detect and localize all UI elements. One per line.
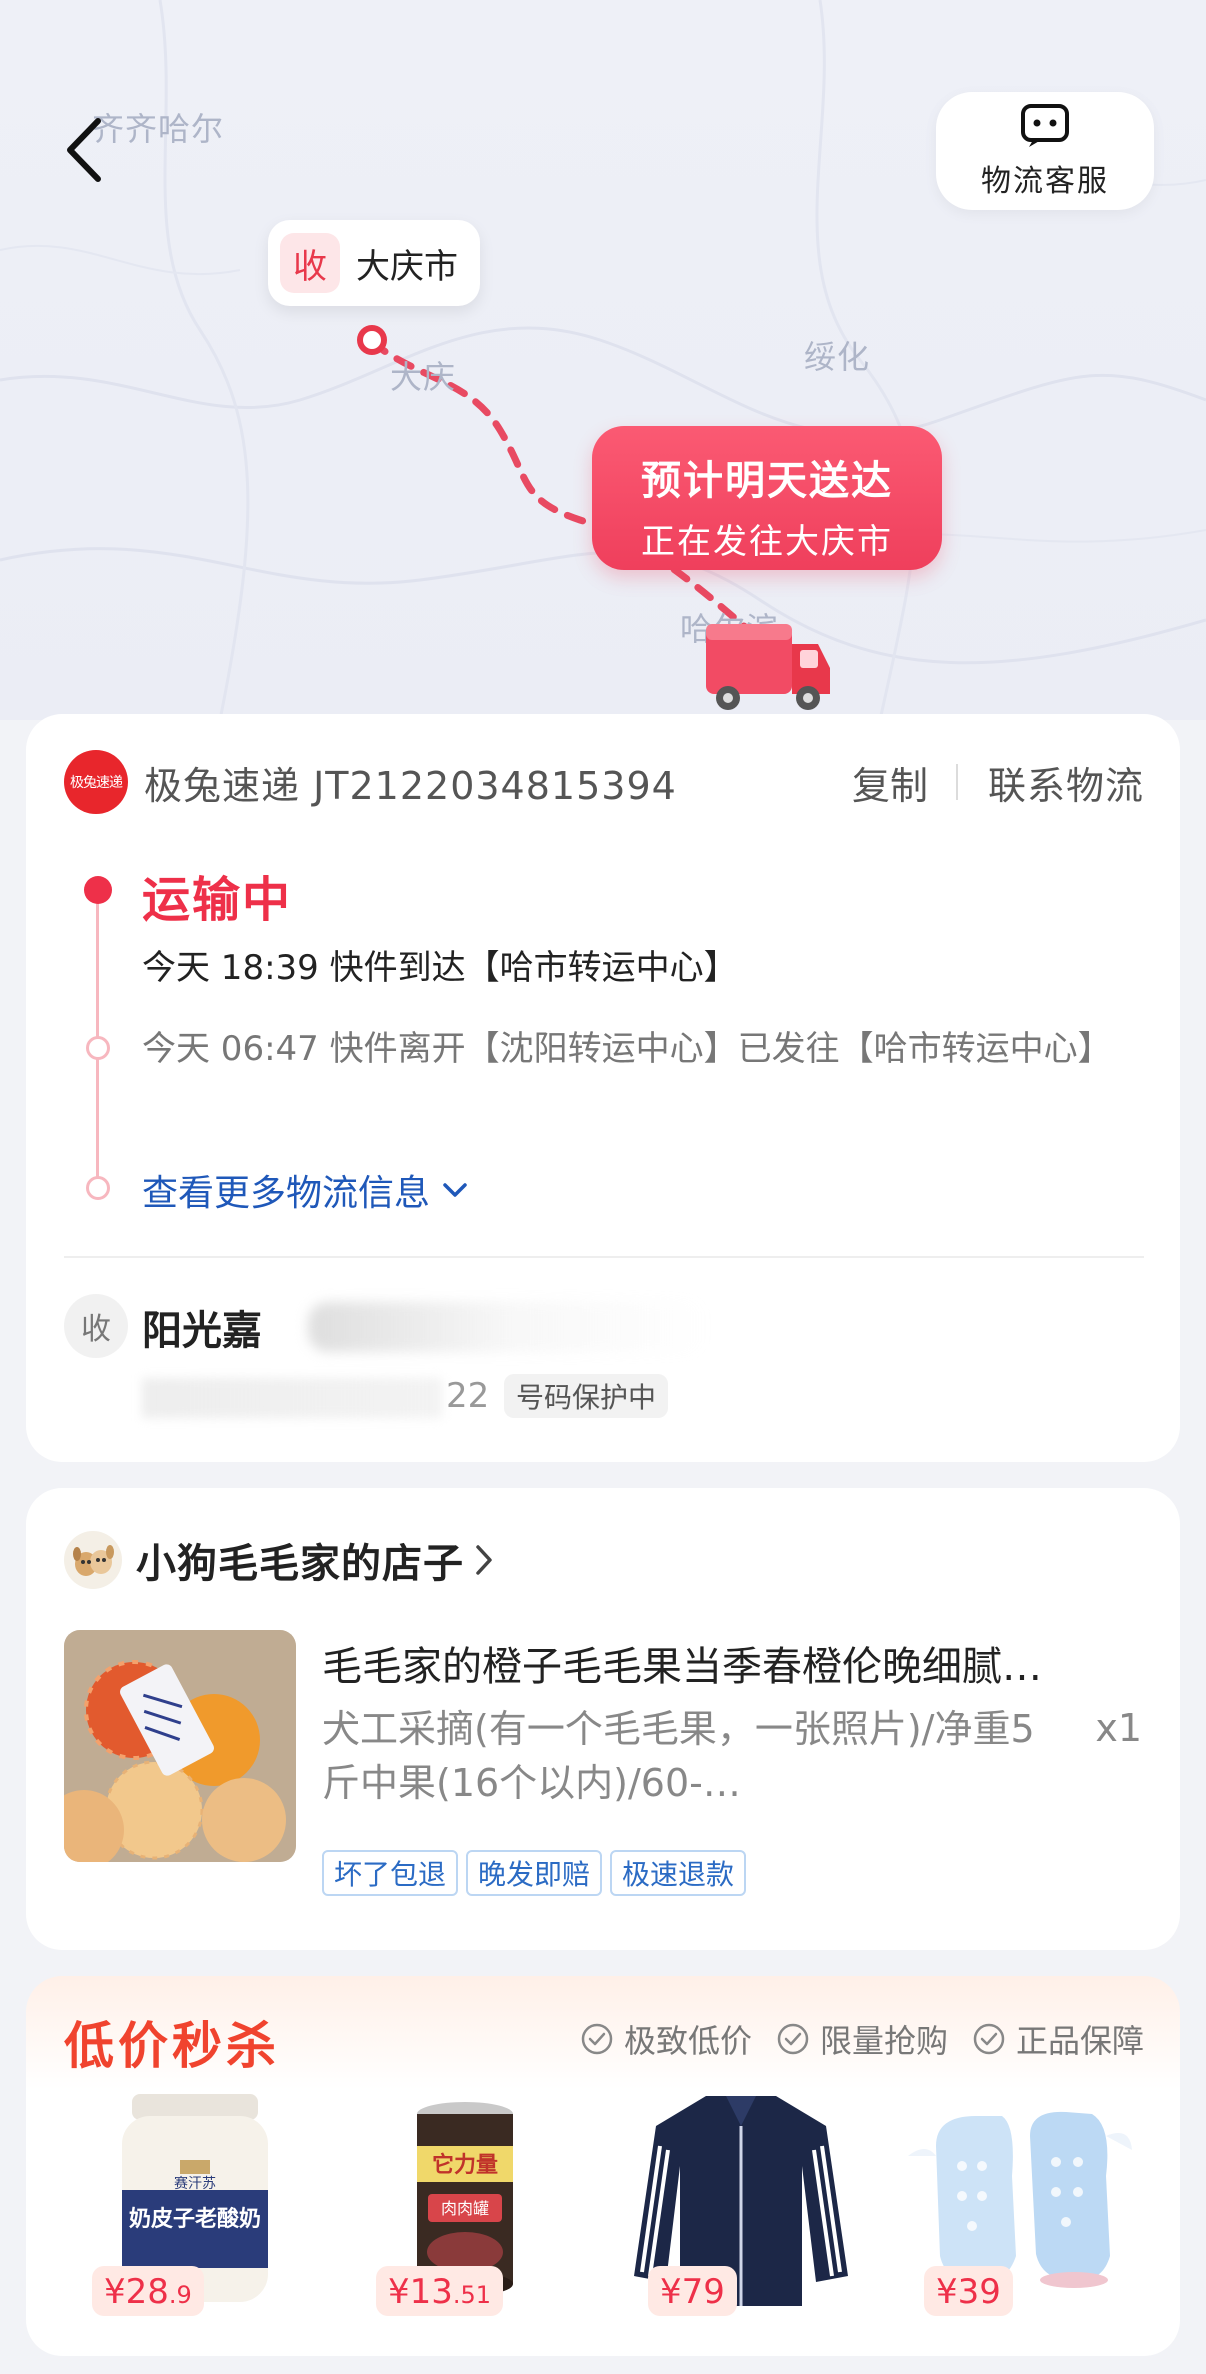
perk-label: 正品保障 (1015, 2022, 1144, 2060)
back-button[interactable] (54, 110, 114, 190)
check-circle-icon (777, 2023, 809, 2055)
price-main: ¥79 (660, 2272, 725, 2312)
perk: 限量抢购 (776, 2016, 948, 2062)
destination-bubble: 收 大庆市 (268, 220, 480, 306)
chevron-down-icon (443, 1183, 467, 1197)
chevron-right-icon (476, 1545, 492, 1575)
price-tag: ¥13 .51 (376, 2266, 504, 2316)
flash-sale-perks: 极致低价 限量抢购 正品保障 (580, 2016, 1144, 2062)
tracking-number: 极兔速递 JT2122034815394 (144, 763, 677, 808)
recipient-address-blur (308, 1302, 708, 1352)
section-divider (64, 1256, 1144, 1258)
check-circle-icon (581, 2023, 613, 2055)
service-badges: 坏了包退 晚发即赔 极速退款 (322, 1850, 747, 1896)
oranges-image (64, 1630, 296, 1862)
recipient-name: 阳光嘉 (142, 1308, 262, 1354)
product-label: 奶皮子老酸奶 (129, 2206, 261, 2232)
service-badge: 坏了包退 (322, 1850, 459, 1896)
courier-logo: 极兔速递 (64, 750, 128, 814)
divider (956, 764, 958, 800)
service-button-label: 物流客服 (981, 164, 1109, 199)
product-quantity: x1 (1095, 1706, 1142, 1750)
timeline-dot (86, 1176, 110, 1200)
privacy-badge: 号码保护中 (504, 1374, 669, 1418)
product-brand: 赛汗苏 (174, 2176, 216, 2192)
dog-avatar-icon (73, 1545, 114, 1576)
price-main: ¥13 (388, 2272, 453, 2312)
price-decimal: .51 (452, 2281, 492, 2309)
flash-sale-title: 低价秒杀 (64, 2017, 280, 2075)
timeline-dot-active (84, 876, 112, 904)
shop-name: 小狗毛毛家的店子 (136, 1541, 464, 1587)
chevron-left-icon (67, 118, 101, 182)
shop-link[interactable]: 小狗毛毛家的店子 (64, 1530, 494, 1590)
product-brand: 它力量 (432, 2152, 498, 2178)
order-card: 小狗毛毛家的店子 毛毛家的橙子毛毛果当季春橙伦晚细腻… 犬工采摘(有一个毛毛果，… (26, 1488, 1180, 1950)
price-tag: ¥39 (924, 2266, 1013, 2316)
flash-sale-card: 低价秒杀 极致低价 限量抢购 正品保障 赛汗苏 奶皮子老酸奶 ¥28 .9 它力… (26, 1976, 1180, 2356)
eta-status: 正在发往大庆市 (641, 522, 893, 562)
service-badge: 晚发即赔 (466, 1850, 603, 1896)
price-tag: ¥79 (648, 2266, 737, 2316)
eta-bubble: 预计明天送达 正在发往大庆市 (592, 426, 942, 570)
receive-tag: 收 (280, 233, 340, 293)
product-image[interactable] (64, 1630, 296, 1862)
deal-item[interactable]: ¥39 (906, 2086, 1136, 2336)
destination-city: 大庆市 (356, 246, 458, 287)
tracking-event: 今天 18:39 快件到达【哈市转运中心】 (142, 948, 738, 988)
price-main: ¥28 (104, 2272, 169, 2312)
shipping-status: 运输中 (142, 872, 293, 928)
recipient-tag: 收 (64, 1294, 128, 1358)
truck-icon (706, 624, 830, 710)
product-title[interactable]: 毛毛家的橙子毛毛果当季春橙伦晚细腻… (322, 1634, 1142, 1692)
deal-item[interactable]: 赛汗苏 奶皮子老酸奶 ¥28 .9 (80, 2086, 310, 2336)
product-label: 肉肉罐 (441, 2199, 489, 2218)
perk-label: 限量抢购 (819, 2022, 948, 2060)
price-tag: ¥28 .9 (92, 2266, 204, 2316)
shop-avatar (64, 1531, 122, 1589)
price-main: ¥39 (936, 2272, 1001, 2312)
service-badge: 极速退款 (610, 1850, 747, 1896)
timeline-dot (86, 1036, 110, 1060)
logistics-card: 极兔速递 极兔速递 JT2122034815394 复制 联系物流 运输中 今天… (26, 714, 1180, 1462)
logistics-map[interactable]: 齐齐哈尔 大庆 绥化 哈尔滨 物流客服 收 大庆市 预计明天送达 正在发往大庆市 (0, 0, 1206, 720)
city-label: 大庆 (390, 358, 457, 396)
price-decimal: .9 (168, 2281, 192, 2309)
logistics-service-button[interactable]: 物流客服 (936, 92, 1154, 210)
tracking-event: 今天 06:47 快件离开【沈阳转运中心】已发往【哈市转运中心】 (142, 1029, 1112, 1069)
eta-line: 预计明天送达 (641, 458, 893, 504)
courier-row: 极兔速递 极兔速递 JT2122034815394 复制 联系物流 (64, 750, 1144, 814)
city-label: 绥化 (804, 338, 871, 376)
perk-label: 极致低价 (623, 2022, 752, 2060)
perk: 正品保障 (972, 2016, 1144, 2062)
recipient-phone: 22 (446, 1376, 490, 1416)
deal-item[interactable]: ¥79 (626, 2086, 856, 2336)
check-circle-icon (973, 2023, 1005, 2055)
product-spec: 犬工采摘(有一个毛毛果，一张照片)/净重5斤中果(16个以内)/60-… (322, 1707, 1035, 1805)
destination-marker (357, 325, 387, 355)
more-tracking-link[interactable]: 查看更多物流信息 (142, 1164, 470, 1216)
copy-button[interactable]: 复制 (852, 755, 928, 810)
phone-blur (142, 1378, 442, 1418)
contact-courier-button[interactable]: 联系物流 (988, 755, 1144, 810)
more-tracking-label: 查看更多物流信息 (142, 1173, 431, 1214)
perk: 极致低价 (580, 2016, 752, 2062)
headset-icon (1021, 104, 1069, 147)
deal-item[interactable]: 它力量 肉肉罐 ¥13 .51 (350, 2086, 580, 2336)
